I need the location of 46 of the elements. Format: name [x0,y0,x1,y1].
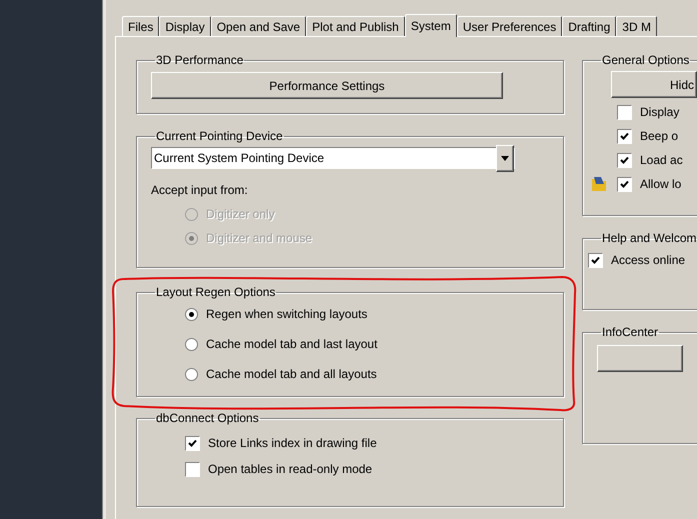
tab[interactable]: System [404,14,457,37]
checkbox-label: Access online [611,252,686,269]
group-title: InfoCenter [601,324,660,340]
checkbox[interactable] [588,252,603,268]
checkbox[interactable] [185,462,200,476]
tab[interactable]: Plot and Publish [306,16,405,36]
tab[interactable]: User Preferences [456,16,562,36]
check-icon [591,256,600,264]
tab[interactable]: 3D M [616,16,657,36]
checkbox[interactable] [617,104,632,120]
checkbox-label: Store Links index in drawing file [208,435,377,452]
radio-button[interactable] [185,308,198,320]
group-title: Help and Welcom [601,230,697,246]
checkbox[interactable] [617,176,632,192]
tab[interactable]: Files [122,16,160,36]
checkbox-label: Load ac [640,152,683,169]
accept-input-label: Accept input from: [151,182,249,199]
caret-icon [501,156,509,160]
group-title: Current Pointing Device [155,128,284,144]
tab[interactable]: Drafting [562,16,616,36]
tab[interactable]: Display [159,16,211,36]
checkbox-label: Open tables in read-only mode [208,461,372,478]
radio-button[interactable] [185,368,198,380]
radio-label: Regen when switching layouts [206,306,368,323]
radio-button[interactable] [185,338,198,350]
hide-button[interactable]: Hidc [611,71,697,98]
group-title: General Options [601,52,690,68]
check-icon [188,439,197,447]
checkbox[interactable] [617,152,632,168]
infocenter-button[interactable] [597,345,683,372]
checkbox[interactable] [617,128,632,144]
radio-label: Cache model tab and all layouts [206,366,377,383]
checkbox-label: Beep o [640,128,678,145]
check-icon [620,156,629,164]
performance-settings-button[interactable]: Performance Settings [151,72,503,99]
radio-label: Cache model tab and last layout [206,336,378,353]
checkbox-label: Display [640,104,680,121]
tab[interactable]: Open and Save [210,16,306,36]
checkbox[interactable] [185,436,200,450]
check-icon [620,132,629,140]
group-title: dbConnect Options [155,410,260,426]
check-icon [620,180,629,188]
group-title: Layout Regen Options [155,284,276,300]
group-title: 3D Performance [155,52,244,68]
pointing-device-dropdown[interactable]: Current System Pointing Device [151,147,515,169]
checkbox-label: Allow lo [640,176,682,193]
